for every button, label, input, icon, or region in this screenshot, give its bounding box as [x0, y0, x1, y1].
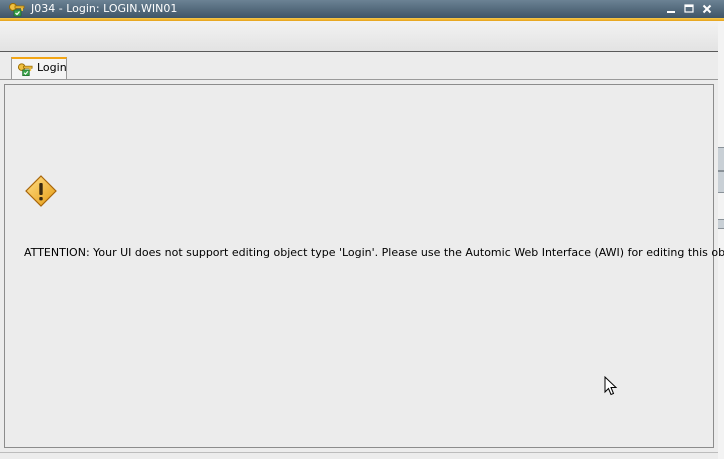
minimize-button[interactable]: [664, 2, 678, 16]
maximize-icon: [684, 4, 694, 13]
window-title: J034 - Login: LOGIN.WIN01: [31, 2, 178, 15]
scroll-marker[interactable]: [718, 171, 724, 193]
tab-strip-border: [0, 79, 718, 80]
login-object-window: J034 - Login: LOGIN.WIN01 Login ATTENTIO…: [0, 0, 724, 459]
scroll-marker[interactable]: [718, 219, 724, 229]
mouse-cursor-icon: [604, 375, 618, 396]
close-button[interactable]: [700, 2, 714, 16]
scroll-marker[interactable]: [718, 147, 724, 171]
minimize-icon: [667, 11, 675, 13]
login-key-icon: [17, 61, 34, 77]
tab-label: Login: [37, 61, 67, 74]
warning-icon: [25, 175, 57, 207]
bottom-divider: [0, 452, 718, 453]
login-key-icon: [8, 1, 26, 17]
title-bar[interactable]: J034 - Login: LOGIN.WIN01: [0, 0, 724, 18]
attention-message: ATTENTION: Your UI does not support edit…: [24, 246, 724, 259]
close-icon: [702, 4, 712, 14]
maximize-button[interactable]: [682, 2, 696, 16]
toolbar: [0, 21, 718, 52]
tab-login[interactable]: Login: [11, 57, 67, 79]
right-edge-panel: [718, 21, 724, 459]
